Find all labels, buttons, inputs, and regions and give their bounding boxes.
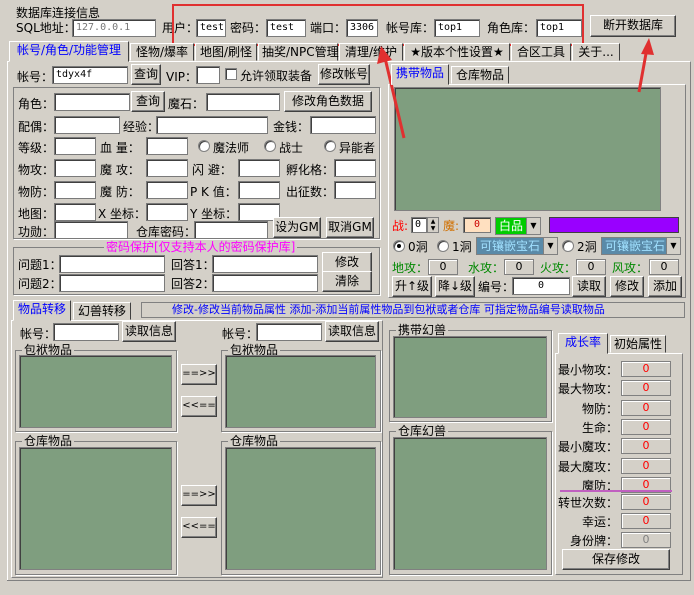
status-bar	[7, 580, 691, 594]
arrow-right-head	[641, 38, 654, 55]
arrow-right-line	[637, 47, 649, 93]
arrow-left-head	[377, 46, 392, 64]
tab-account-role[interactable]: 帐号/角色/功能管理	[9, 41, 129, 62]
tab-carry-items[interactable]: 携带物品	[391, 64, 449, 85]
annotation-arrows	[377, 38, 654, 139]
tab-growth-rate[interactable]: 成长率	[558, 333, 608, 354]
tab-item-transfer[interactable]: 物品转移	[13, 300, 71, 321]
